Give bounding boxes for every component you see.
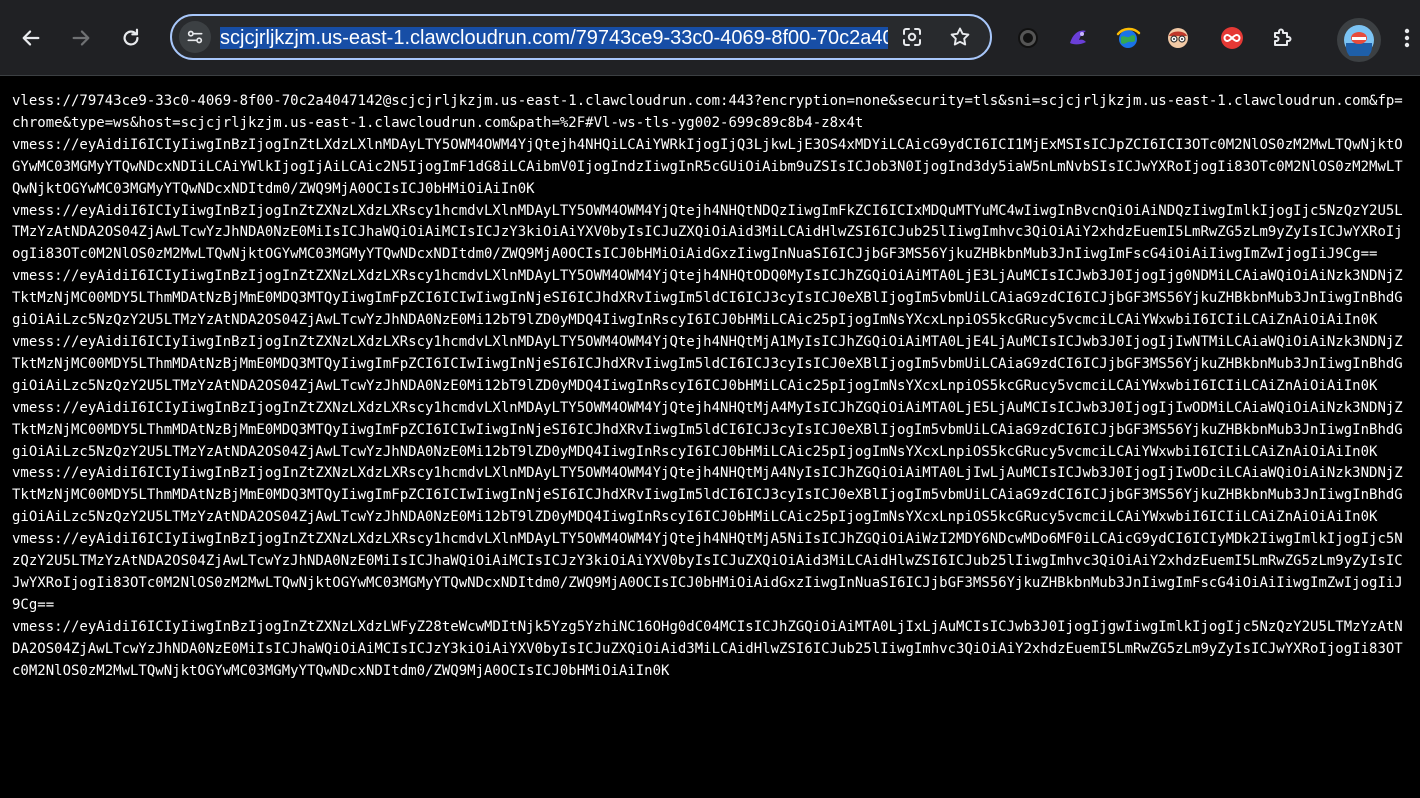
- extension-2[interactable]: [1064, 24, 1092, 52]
- arrow-right-icon: [72, 30, 90, 46]
- profile-button[interactable]: [1337, 18, 1381, 62]
- google-lens-button[interactable]: [898, 23, 926, 51]
- puzzle-piece-icon: [1274, 28, 1292, 46]
- browser-toolbar: scjcjrljkzjm.us-east-1.clawcloudrun.com/…: [0, 0, 1420, 76]
- infinity-extension-icon: [1221, 27, 1243, 49]
- site-info-button[interactable]: [179, 21, 211, 53]
- globe-extension-icon: [1116, 27, 1141, 48]
- url-selection: scjcjrljkzjm.us-east-1.clawcloudrun.com/…: [220, 27, 888, 49]
- profile-avatar: [1344, 25, 1374, 56]
- page-content: vless://79743ce9-33c0-4069-8f00-70c2a404…: [12, 91, 1408, 793]
- reload-button[interactable]: [115, 22, 147, 54]
- extension-3[interactable]: [1114, 24, 1142, 52]
- arrow-left-icon: [22, 30, 40, 46]
- bookmark-star-button[interactable]: [946, 23, 974, 51]
- url-text[interactable]: scjcjrljkzjm.us-east-1.clawcloudrun.com/…: [220, 26, 888, 50]
- extension-4[interactable]: [1164, 24, 1192, 52]
- browser-menu-button[interactable]: [1397, 24, 1417, 52]
- circle-extension-icon: [1018, 28, 1038, 48]
- kebab-menu-icon: [1404, 28, 1410, 48]
- extensions-menu-button[interactable]: [1268, 24, 1296, 52]
- forward-button[interactable]: [65, 22, 97, 54]
- back-button[interactable]: [15, 22, 47, 54]
- reload-icon: [123, 28, 139, 46]
- site-info-icon: [187, 30, 203, 44]
- star-icon: [950, 27, 970, 46]
- subscription-text: vless://79743ce9-33c0-4069-8f00-70c2a404…: [12, 93, 1403, 679]
- face-extension-icon: [1168, 28, 1188, 48]
- google-lens-icon: [903, 28, 921, 46]
- address-bar[interactable]: scjcjrljkzjm.us-east-1.clawcloudrun.com/…: [170, 14, 992, 60]
- purple-extension-icon: [1070, 30, 1086, 45]
- extension-1[interactable]: [1014, 24, 1042, 52]
- extension-5[interactable]: [1218, 24, 1246, 52]
